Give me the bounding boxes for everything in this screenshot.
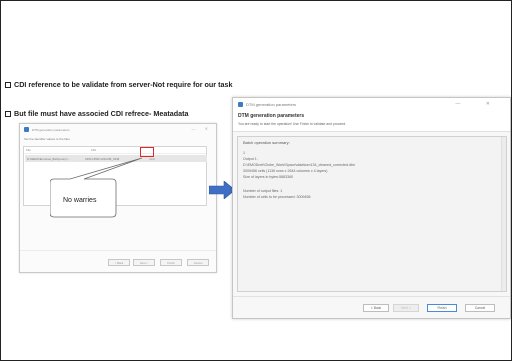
column-cdi: CDI: [90, 148, 97, 152]
next-button[interactable]: Next >: [393, 304, 419, 312]
window-controls[interactable]: — ✕: [192, 126, 212, 131]
checkbox-bullet-icon: [5, 110, 11, 117]
summary-line: 1: [243, 151, 245, 155]
summary-line: D:\EMODnet\Globe_Work\Space\data\tom134_…: [243, 163, 355, 167]
callout-shape: [50, 157, 142, 218]
header-title: DTM generation parameters: [238, 113, 305, 119]
left-dialog-footer: < Back Next > Finish Cancel: [20, 250, 216, 272]
header-subtitle: You are ready to start the operation! Us…: [238, 122, 347, 126]
left-dialog-subtitle: Set the identifier values to the files: [24, 137, 70, 141]
table-header: File CDI: [24, 147, 206, 154]
next-button[interactable]: Next >: [133, 259, 155, 266]
bullet-text: But file must have associed CDI refrece-…: [14, 109, 189, 118]
summary-line: 3009456 cells (1136 rows x 2644 columns …: [243, 169, 328, 173]
app-icon: [238, 101, 243, 107]
right-dialog-footer: < Back Next > Finish Cancel: [233, 296, 510, 318]
summary-line: Size of layers in bytes:5883360: [243, 175, 293, 179]
finish-button[interactable]: Finish: [427, 304, 457, 312]
back-button[interactable]: < Back: [108, 259, 130, 266]
app-icon: [24, 127, 29, 132]
cell-status: Valid: [149, 156, 156, 161]
back-button[interactable]: < Back: [363, 304, 389, 312]
callout-bubble: [50, 157, 142, 218]
callout-text: No warries: [63, 197, 97, 204]
column-file: File: [26, 148, 31, 152]
slide: CDI reference to be validate from server…: [0, 0, 512, 361]
finish-button[interactable]: Finish: [160, 259, 182, 266]
bullet-cdi-validation: CDI reference to be validate from server…: [5, 80, 233, 89]
bullet-text: CDI reference to be validate from server…: [14, 80, 233, 89]
right-dialog-screenshot: DTM generation parameters — ✕ DTM genera…: [232, 97, 511, 319]
summary-line: Number of cells to be processed: 3009456: [243, 195, 311, 199]
cancel-button[interactable]: Cancel: [187, 259, 209, 266]
right-dialog-title: DTM generation parameters: [246, 101, 297, 107]
status-highlight-box: [140, 147, 154, 157]
summary-title: Batch operation summary:: [243, 140, 290, 145]
checkbox-bullet-icon: [5, 81, 11, 88]
cancel-button[interactable]: Cancel: [465, 304, 495, 312]
summary-line: Output 1:: [243, 157, 258, 161]
right-dialog-header: DTM generation parameters You are ready …: [233, 110, 510, 132]
summary-line: Number of output files: 1: [243, 189, 283, 193]
window-controls[interactable]: — ✕: [455, 101, 502, 107]
left-dialog-title: DTM generation parameters: [32, 127, 70, 132]
summary-panel: Batch operation summary: 1 Output 1: D:\…: [237, 136, 507, 292]
bullet-cdi-metadata: But file must have associed CDI refrece-…: [5, 109, 189, 118]
left-dialog-titlebar: DTM generation parameters: [20, 124, 216, 135]
summary-scrollbar[interactable]: [501, 137, 506, 291]
